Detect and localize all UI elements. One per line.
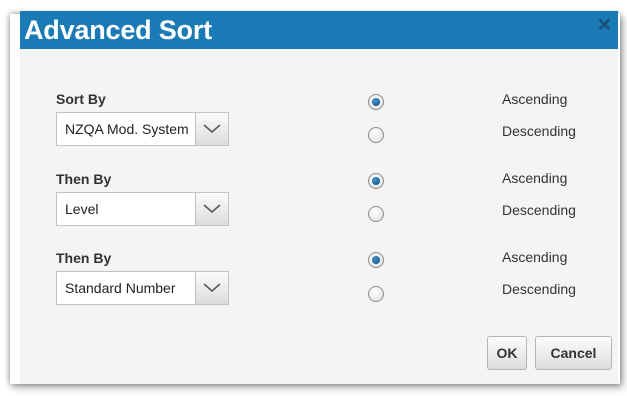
sort-by-select[interactable]: NZQA Mod. System <box>56 112 229 146</box>
sort-by-value: NZQA Mod. System <box>65 121 189 137</box>
sort-by-ascending-radio[interactable] <box>368 94 384 110</box>
sort-by-ascending-label: Ascending <box>502 91 568 107</box>
dialog-title-bar: Advanced Sort ✕ <box>20 11 618 49</box>
chevron-down-icon <box>203 124 221 133</box>
then-by-label-1: Then By <box>56 171 112 187</box>
then-by-select-2[interactable]: Standard Number <box>56 271 229 305</box>
sort-by-descending-radio[interactable] <box>368 127 384 143</box>
chevron-down-icon <box>203 283 221 292</box>
close-icon[interactable]: ✕ <box>597 15 612 36</box>
then-by-1-descending-label: Descending <box>502 202 576 218</box>
then-by-1-descending-radio[interactable] <box>368 206 384 222</box>
dialog-title: Advanced Sort <box>24 15 212 45</box>
then-by-value-1: Level <box>65 201 99 217</box>
then-by-1-ascending-radio[interactable] <box>368 173 384 189</box>
chevron-down-icon <box>203 204 221 213</box>
then-by-select-1[interactable]: Level <box>56 192 229 226</box>
then-by-2-ascending-radio[interactable] <box>368 252 384 268</box>
then-by-2-descending-radio[interactable] <box>368 286 384 302</box>
dialog-content: Sort By NZQA Mod. System Ascending Desce… <box>20 49 618 384</box>
then-by-2-descending-label: Descending <box>502 281 576 297</box>
sort-by-descending-label: Descending <box>502 123 576 139</box>
then-by-value-2: Standard Number <box>65 280 176 296</box>
sort-by-label: Sort By <box>56 91 106 107</box>
sort-by-dropdown-button[interactable] <box>195 113 228 145</box>
cancel-button[interactable]: Cancel <box>535 336 612 370</box>
then-by-1-ascending-label: Ascending <box>502 170 568 186</box>
then-by-dropdown-button-1[interactable] <box>195 193 228 225</box>
then-by-label-2: Then By <box>56 250 112 266</box>
ok-button[interactable]: OK <box>487 336 527 370</box>
then-by-2-ascending-label: Ascending <box>502 249 568 265</box>
then-by-dropdown-button-2[interactable] <box>195 272 228 304</box>
